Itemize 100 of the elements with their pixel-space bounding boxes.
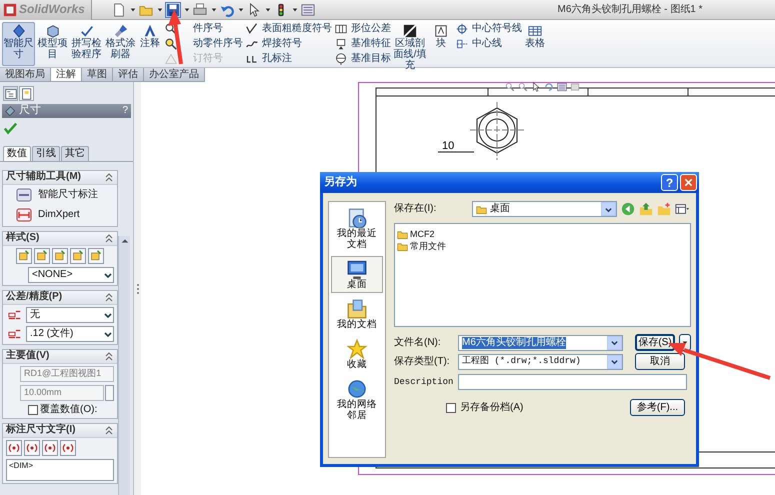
- smart-dimension-icon[interactable]: [16, 187, 32, 204]
- dimension-icon: [12, 24, 26, 38]
- panel-tab[interactable]: [19, 86, 34, 101]
- caret-icon: [292, 6, 298, 12]
- cancel-button[interactable]: 取消: [635, 353, 685, 370]
- icon-button[interactable]: [6, 440, 22, 456]
- bolt-drawing: [470, 102, 524, 160]
- panel-tab[interactable]: [3, 86, 18, 101]
- checkbox[interactable]: [28, 404, 38, 415]
- pointer-icon[interactable]: [531, 82, 541, 92]
- ribbon-command[interactable]: 中心符号线: [472, 23, 522, 35]
- places-item[interactable]: 我的网络邻居: [331, 376, 383, 424]
- places-item[interactable]: 桌面: [331, 256, 383, 293]
- ribbon-command[interactable]: 形位公差: [351, 23, 391, 35]
- file-name[interactable]: 常用文件: [410, 240, 446, 252]
- warning-icon: [165, 53, 177, 65]
- rotate-icon[interactable]: [544, 82, 554, 92]
- view-icon[interactable]: [570, 82, 580, 92]
- command-tab[interactable]: 视图布局: [0, 68, 51, 81]
- spin-button[interactable]: [105, 384, 114, 401]
- desktop-icon: [347, 259, 367, 279]
- zoom-icon[interactable]: [505, 82, 515, 92]
- close-button[interactable]: [680, 174, 697, 191]
- ribbon-command[interactable]: 表面粗糙度符号: [262, 23, 332, 35]
- folder-icon: [397, 240, 408, 252]
- ribbon-button[interactable]: 块: [429, 22, 453, 66]
- checkbox[interactable]: [446, 402, 456, 412]
- ribbon-button[interactable]: 模型项目: [36, 22, 69, 66]
- field-label: 文件名(N):: [394, 336, 442, 348]
- command-tab[interactable]: 草图: [82, 68, 113, 81]
- places-item[interactable]: 收藏: [331, 336, 383, 373]
- places-item[interactable]: 我的最近文档: [331, 205, 383, 253]
- command-tab[interactable]: 办公室产品: [144, 68, 205, 81]
- options-icon[interactable]: [301, 2, 315, 16]
- icon-button[interactable]: [70, 248, 86, 264]
- ribbon-button[interactable]: 注释: [138, 22, 162, 66]
- icon-button[interactable]: [88, 248, 104, 264]
- arrow-annotation: [168, 9, 183, 64]
- tool-label[interactable]: DimXpert: [38, 209, 80, 222]
- references-button[interactable]: 参考(F)...: [630, 399, 685, 416]
- ribbon-button[interactable]: 智能尺寸: [2, 22, 35, 66]
- ribbon-command[interactable]: 孔标注: [262, 53, 292, 65]
- places-item[interactable]: 我的文档: [331, 296, 383, 333]
- dimension-text[interactable]: 10: [442, 140, 454, 152]
- field-label: 保存在(I):: [394, 203, 438, 215]
- command-tab[interactable]: 评估: [113, 68, 144, 81]
- pointer-icon[interactable]: [247, 2, 261, 16]
- options-icon[interactable]: [557, 82, 567, 92]
- collapse-icon: [104, 350, 114, 362]
- checkmark-icon: [80, 24, 94, 38]
- folder-up-icon[interactable]: [639, 202, 653, 216]
- dropdown[interactable]: .12 (文件): [26, 326, 114, 342]
- ribbon-button[interactable]: 拼写检验程序: [70, 22, 103, 66]
- collapse-icon: [104, 171, 114, 184]
- printer-icon[interactable]: [193, 2, 207, 16]
- icon-button[interactable]: [24, 440, 40, 456]
- dimxpert-icon[interactable]: [16, 207, 32, 224]
- panel-tab[interactable]: 其它: [61, 146, 89, 161]
- bracket-icon: [62, 442, 74, 454]
- icon-button[interactable]: [42, 440, 58, 456]
- zoom-icon[interactable]: [518, 82, 528, 92]
- file-list[interactable]: MCF2 常用文件: [394, 223, 691, 327]
- scrollbar[interactable]: [118, 236, 130, 495]
- collapse-icon: [104, 232, 114, 244]
- icon-button[interactable]: [60, 440, 76, 456]
- dropdown[interactable]: 无: [26, 306, 114, 323]
- caret-icon: [184, 6, 190, 12]
- ribbon-command[interactable]: 焊接符号: [262, 38, 302, 50]
- dropdown[interactable]: <NONE>: [28, 266, 114, 283]
- file-name-field[interactable]: M6六角头铰制孔用螺栓: [458, 334, 623, 350]
- ribbon-button[interactable]: 表格: [523, 22, 547, 66]
- tool-label[interactable]: 智能尺寸标注: [38, 189, 98, 202]
- checkmark-icon[interactable]: [4, 122, 17, 135]
- icon-button[interactable]: [34, 248, 50, 264]
- icon-button[interactable]: [16, 248, 32, 264]
- panel-tab[interactable]: 数值: [3, 146, 31, 161]
- note-icon: [143, 24, 157, 38]
- panel-tab[interactable]: 引线: [32, 146, 60, 161]
- ribbon-command[interactable]: 基准目标: [351, 53, 391, 65]
- help-button[interactable]: ?: [661, 174, 678, 191]
- command-tab[interactable]: 注解: [51, 68, 82, 81]
- folder-icon: [36, 250, 48, 262]
- file-type-dropdown[interactable]: 工程图 (*.drw;*.slddrw): [458, 354, 623, 370]
- new-document-icon[interactable]: [112, 2, 126, 16]
- file-name[interactable]: MCF2: [410, 228, 434, 240]
- ribbon-command[interactable]: 基准特征: [351, 38, 391, 50]
- ribbon-command[interactable]: 中心线: [472, 38, 502, 50]
- description-field[interactable]: [458, 374, 687, 390]
- text-area[interactable]: <DIM>: [6, 458, 114, 481]
- save-in-dropdown[interactable]: 桌面: [472, 201, 617, 217]
- ribbon-command[interactable]: 件序号: [193, 23, 223, 35]
- view-menu-icon[interactable]: [675, 202, 689, 216]
- table-icon: [528, 24, 542, 38]
- back-icon[interactable]: [621, 202, 635, 216]
- centerline-icon: [456, 38, 468, 50]
- ribbon-command[interactable]: 动零件序号: [193, 38, 243, 50]
- panel-title: 尺寸: [19, 104, 41, 118]
- app-logo: SolidWorks: [19, 2, 85, 17]
- ribbon-button[interactable]: 格式涂刷器: [104, 22, 137, 66]
- icon-button[interactable]: [52, 248, 68, 264]
